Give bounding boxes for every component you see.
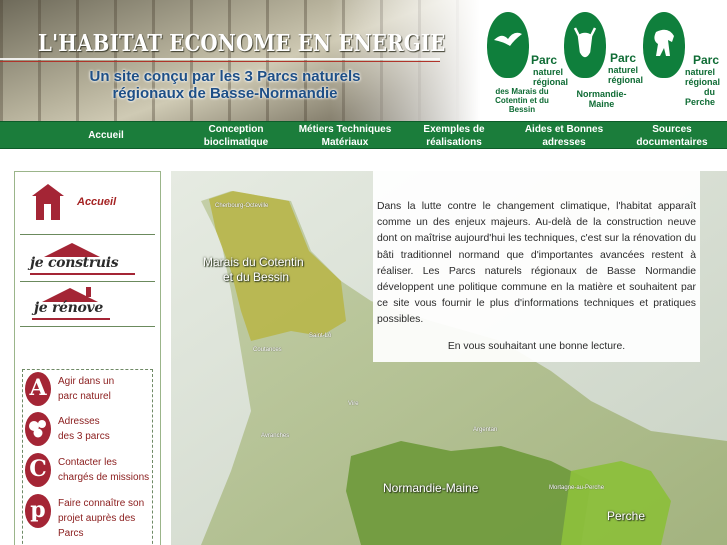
sub-item-contacter[interactable]: C Contacter les chargés de missions (25, 453, 151, 495)
sub-item-agir[interactable]: A Agir dans un parc naturel (25, 372, 151, 414)
nav-aides[interactable]: Aides et Bonnes adresses (512, 122, 616, 149)
sidebar-item-accueil[interactable]: Accueil (20, 178, 155, 235)
map-label-perche: Perche (607, 509, 646, 523)
left-sidebar: Accueil je construis je rénove A Agir da… (14, 171, 161, 545)
home-icon (32, 184, 64, 220)
three-circles-icon (25, 412, 51, 446)
horse-icon (643, 12, 685, 78)
nav-sources[interactable]: Sources documentaires (622, 122, 722, 149)
town-label: Argentan (473, 427, 498, 433)
site-subtitle: Un site conçu par les 3 Parcs naturels r… (89, 68, 361, 102)
intro-text-box: Dans la lutte contre le changement clima… (373, 171, 700, 362)
letter-p-icon: p (25, 494, 51, 528)
park-logo-perche[interactable]: Parc naturel régional du Perche (643, 12, 720, 107)
intro-paragraph: Dans la lutte contre le changement clima… (377, 201, 696, 326)
town-label: Avranches (261, 433, 290, 439)
intro-closing: En vous souhaitant une bonne lecture. (447, 340, 626, 352)
letter-a-icon: A (25, 372, 51, 406)
sidebar-item-renove[interactable]: je rénove (20, 284, 155, 327)
nav-conception[interactable]: Conception bioclimatique (184, 122, 288, 149)
page: L'HABITAT ECONOME EN ENERGIE Un site con… (0, 0, 727, 545)
nav-accueil[interactable]: Accueil (60, 122, 152, 149)
nav-metiers[interactable]: Métiers Techniques Matériaux (292, 122, 398, 149)
map-label-normandie-maine: Normandie-Maine (383, 481, 479, 495)
nav-exemples[interactable]: Exemples de réalisations (404, 122, 504, 149)
park-logo-normandie-maine[interactable]: Parc naturel régional Normandie-Maine (564, 12, 643, 109)
map-label-cotentin: Marais du Cotentin et du Bessin (203, 255, 304, 284)
site-title: L'HABITAT ECONOME EN ENERGIE (38, 30, 446, 57)
town-label: Mortagne-au-Perche (549, 485, 605, 491)
bird-icon (487, 12, 529, 78)
park-logo-marais[interactable]: Parc naturel régional des Marais du Cotent… (487, 12, 568, 114)
town-label: Saint-Lô (309, 333, 332, 339)
sub-item-adresses[interactable]: Adresses des 3 parcs (25, 412, 151, 454)
sub-menu-box: A Agir dans un parc naturel Adresses des 3… (22, 369, 153, 545)
sub-item-projet[interactable]: p Faire connaître son projet auprès des Pa… (25, 494, 151, 544)
main-nav: Accueil Conception bioclimatique Métiers … (0, 121, 727, 149)
town-label: Cherbourg-Octeville (215, 203, 269, 209)
letter-c-icon: C (25, 453, 51, 487)
sidebar-item-construis[interactable]: je construis (20, 239, 155, 282)
town-label: Vire (348, 401, 359, 407)
header-banner: L'HABITAT ECONOME EN ENERGIE Un site con… (0, 0, 727, 121)
deer-icon (564, 12, 606, 78)
town-label: Coutances (253, 347, 282, 353)
